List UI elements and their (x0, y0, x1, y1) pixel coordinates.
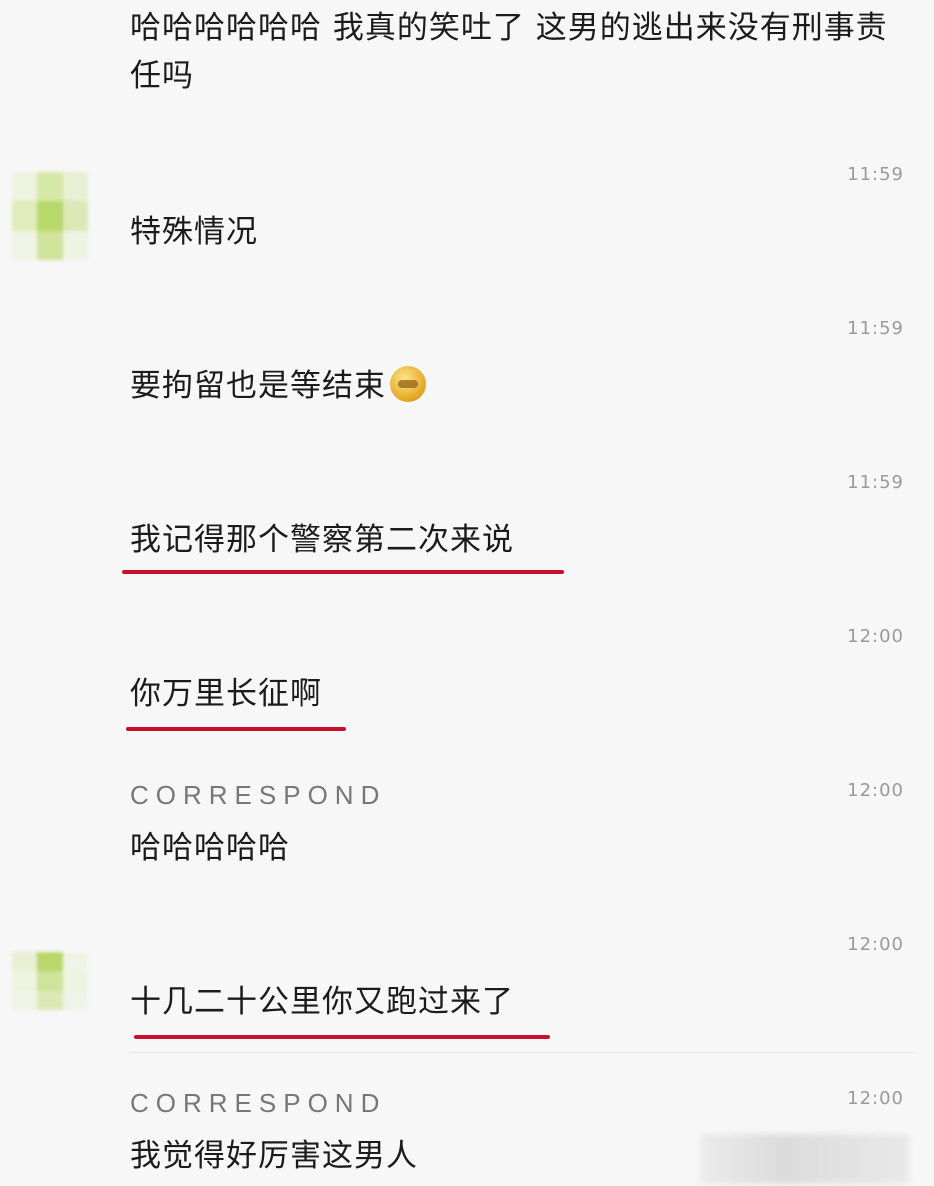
message-time: 12:00 (847, 780, 904, 801)
message-text: 我觉得好厉害这男人 (130, 1138, 418, 1174)
red-underline (134, 1035, 550, 1039)
message-text: 十几二十公里你又跑过来了 (130, 984, 514, 1020)
red-underline (126, 727, 346, 731)
sender-name: CORRESPOND (130, 780, 387, 810)
message-text: 你万里长征啊 (130, 676, 322, 712)
divider (130, 1052, 914, 1053)
message-time: 11:59 (847, 318, 904, 339)
message-text: 特殊情况 (130, 214, 258, 250)
message-text: 要拘留也是等结束 (130, 368, 386, 404)
message-text: 哈哈哈哈哈哈 我真的笑吐了 这男的逃出来没有刑事责任吗 (130, 10, 888, 94)
message-time: 11:59 (847, 164, 904, 185)
message-row: 要拘留也是等结束 (130, 362, 426, 410)
blurred-watermark (700, 1134, 910, 1184)
red-underline (122, 570, 564, 574)
avatar[interactable] (12, 952, 88, 1010)
grimacing-emoji-icon (390, 366, 426, 402)
sender-name: CORRESPOND (130, 1088, 387, 1118)
message-time: 12:00 (847, 934, 904, 955)
chat-message-list[interactable]: 哈哈哈哈哈哈 我真的笑吐了 这男的逃出来没有刑事责任吗 11:59 特殊情况 1… (0, 0, 934, 1186)
message-time: 12:00 (847, 1088, 904, 1109)
avatar[interactable] (12, 172, 88, 260)
message-time: 11:59 (847, 472, 904, 493)
message-time: 12:00 (847, 626, 904, 647)
message-text: 哈哈哈哈哈 (130, 830, 290, 866)
message-text: 我记得那个警察第二次来说 (130, 522, 514, 558)
